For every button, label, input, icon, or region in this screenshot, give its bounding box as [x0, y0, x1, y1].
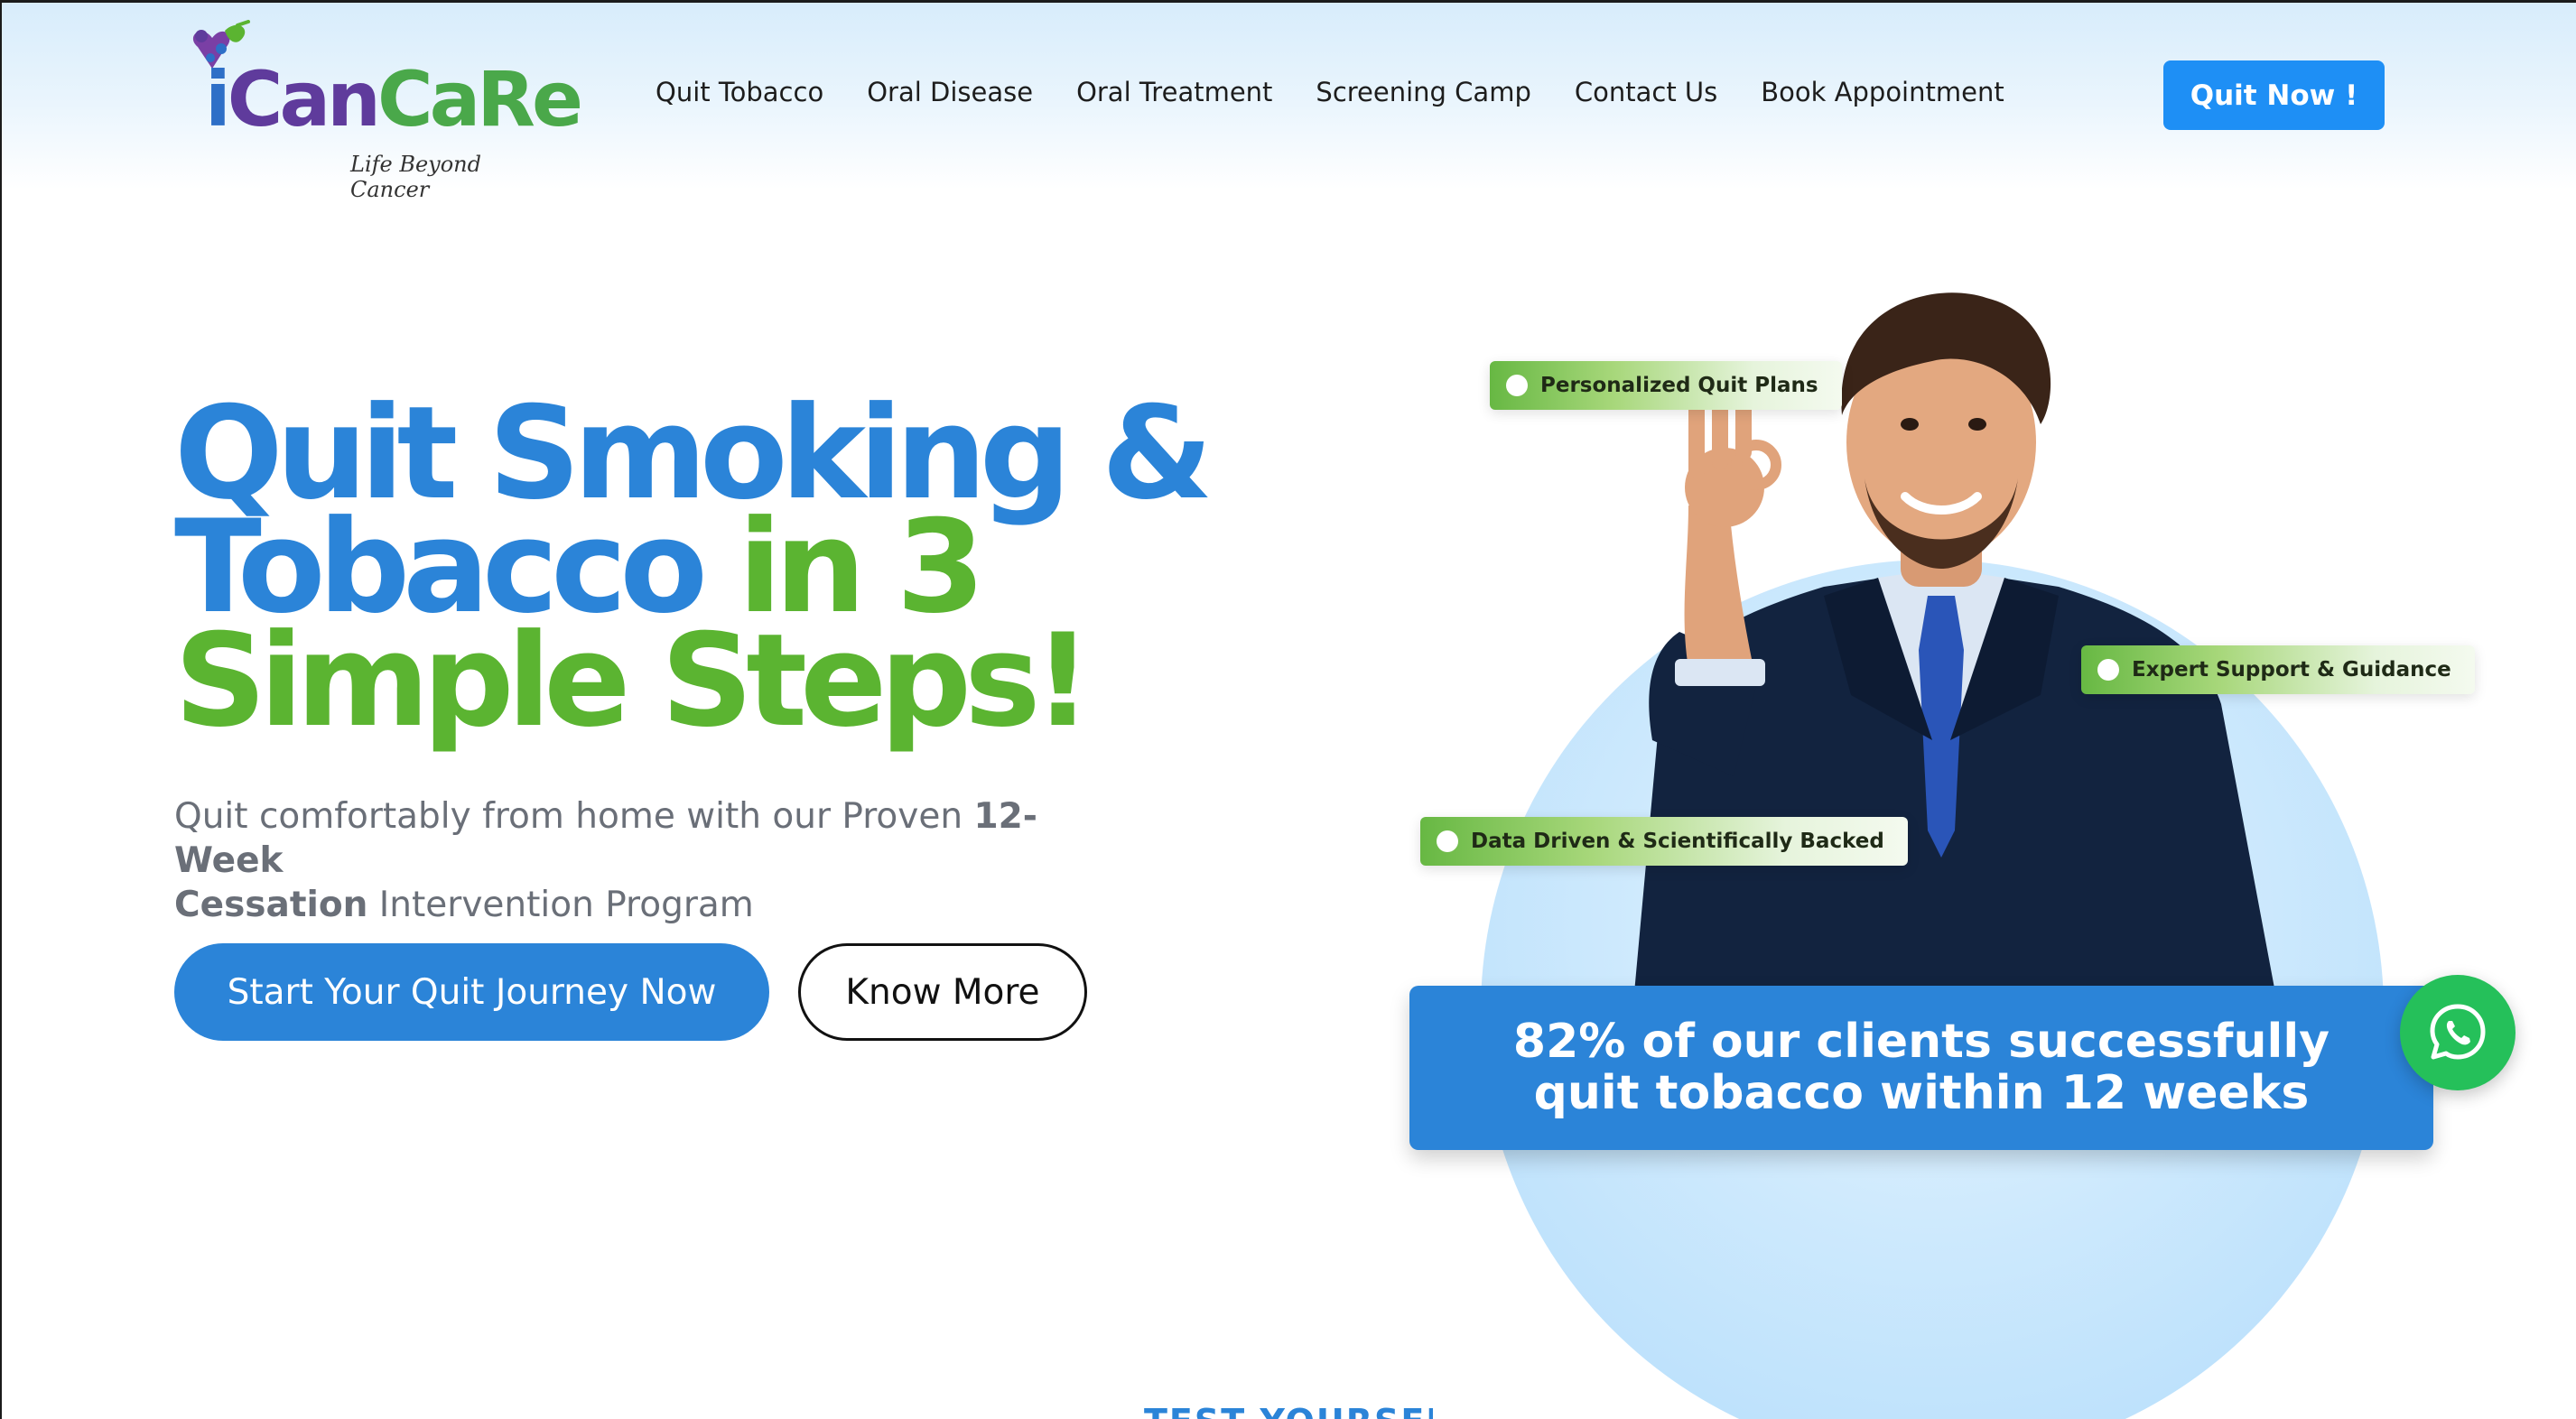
feature-chip-data-driven: Data Driven & Scientifically Backed [1420, 817, 1908, 866]
start-quit-journey-button[interactable]: Start Your Quit Journey Now [174, 943, 769, 1041]
stat-line-2: quit tobacco within 12 weeks [1533, 1066, 2310, 1120]
feature-label: Personalized Quit Plans [1540, 374, 1818, 397]
brand-logo[interactable]: iCanCaRe Life Beyond Cancer [185, 20, 583, 202]
feature-chip-personalized: Personalized Quit Plans [1490, 361, 1842, 410]
whatsapp-chat-button[interactable] [2400, 975, 2516, 1090]
hero-subtitle-pre: Quit comfortably from home with our Prov… [174, 796, 974, 837]
brand-tagline: Life Beyond Cancer [350, 152, 481, 202]
brand-name-i: i [205, 55, 231, 144]
nav-item-contact-us[interactable]: Contact Us [1575, 77, 1717, 107]
nav-item-screening-camp[interactable]: Screening Camp [1316, 77, 1530, 107]
stat-line-1: 82% of our clients successfully [1512, 1015, 2330, 1069]
hero-title-line3: Simple Steps! [174, 607, 1092, 756]
brand-name-can: Can [227, 55, 381, 144]
hero-subtitle: Quit comfortably from home with our Prov… [174, 794, 1131, 927]
nav-item-book-appointment[interactable]: Book Appointment [1761, 77, 2004, 107]
whatsapp-icon [2430, 1004, 2486, 1060]
hero-subtitle-post: Intervention Program [367, 885, 754, 925]
bullet-dot-icon [1506, 375, 1528, 396]
success-stat-banner: 82% of our clients successfully quit tob… [1409, 986, 2433, 1150]
nav-item-oral-disease[interactable]: Oral Disease [867, 77, 1033, 107]
brand-name-care: CaRe [377, 55, 583, 144]
quit-now-button[interactable]: Quit Now ! [2163, 60, 2385, 130]
site-header: iCanCaRe Life Beyond Cancer Quit Tobacco… [0, 0, 2576, 202]
nav-item-quit-tobacco[interactable]: Quit Tobacco [656, 77, 823, 107]
test-yourself-heading: TEST YOURSELF [1144, 1405, 1433, 1419]
bullet-dot-icon [2097, 659, 2119, 681]
feature-chip-expert-support: Expert Support & Guidance [2081, 645, 2475, 694]
feature-label: Data Driven & Scientifically Backed [1471, 830, 1884, 853]
main-nav: Quit Tobacco Oral Disease Oral Treatment… [656, 77, 2048, 107]
know-more-button[interactable]: Know More [798, 943, 1087, 1041]
nav-item-oral-treatment[interactable]: Oral Treatment [1076, 77, 1272, 107]
feature-label: Expert Support & Guidance [2132, 658, 2451, 682]
brand-wordmark: iCanCaRe [205, 61, 583, 137]
hero-subtitle-bold2: Cessation [174, 885, 368, 925]
bullet-dot-icon [1437, 830, 1458, 852]
hero-title: Quit Smoking & Tobacco in 3 Simple Steps… [174, 390, 1258, 746]
